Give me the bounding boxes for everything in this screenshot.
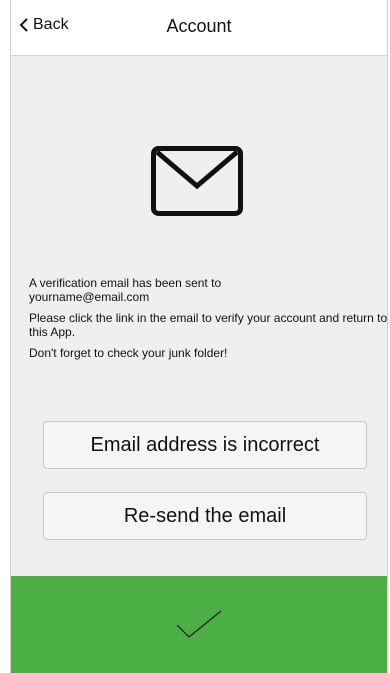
email-incorrect-label: Email address is incorrect [90,433,320,456]
page-title: Account [166,16,232,36]
junk-folder-note: Don't forget to check your junk folder! [29,346,228,360]
envelope-icon [151,146,243,216]
verification-line: A verification email has been sent to [29,276,222,290]
email-address: yourname@email.com [29,290,150,304]
app-screen: Back Account A verification email has be… [10,0,388,673]
verification-message: A verification email has been sent to yo… [29,276,390,367]
header-bar: Back Account [11,0,387,56]
resend-email-label: Re-send the email [123,504,287,527]
checkmark-icon [176,610,222,638]
email-incorrect-button[interactable]: Email address is incorrect [43,421,367,469]
resend-email-button[interactable]: Re-send the email [43,492,367,540]
instruction-text: Please click the link in the email to ve… [29,311,388,339]
confirm-button[interactable] [11,576,387,673]
